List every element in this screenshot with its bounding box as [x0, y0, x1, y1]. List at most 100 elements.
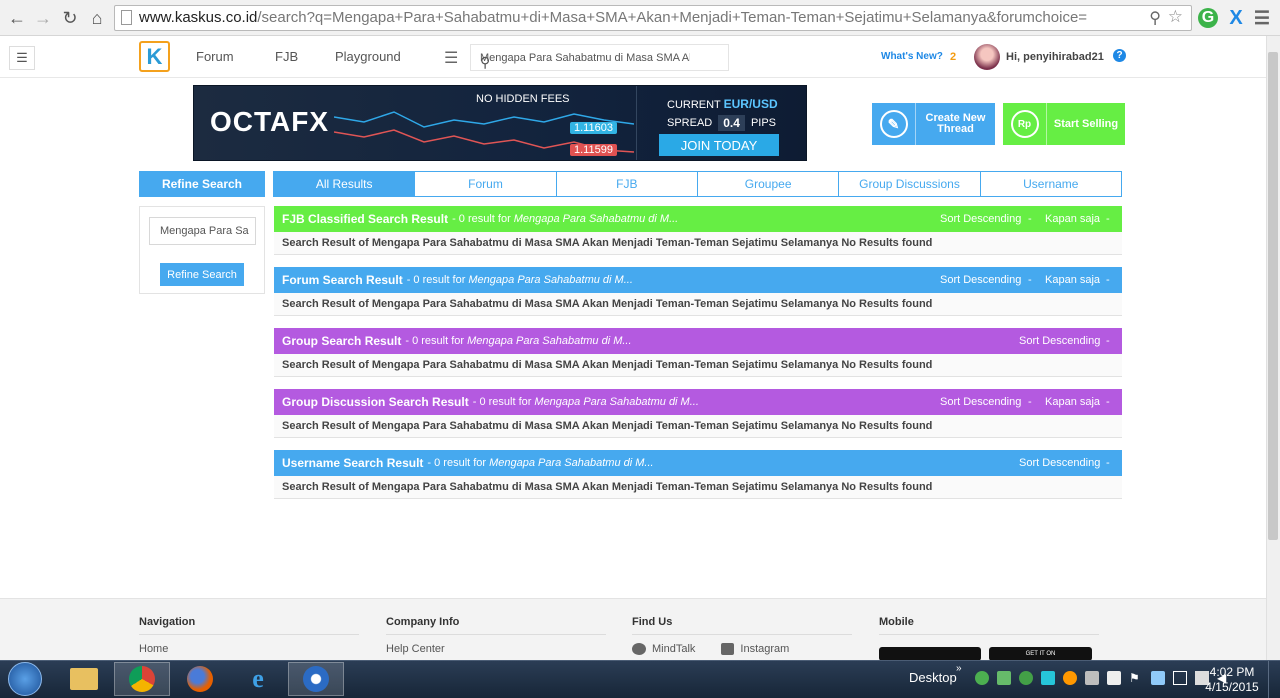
instagram-icon: [721, 643, 735, 656]
system-tray-icons: ⚑ ◀: [975, 671, 1231, 685]
media-app-icon[interactable]: [288, 662, 344, 696]
tab-fjb[interactable]: FJB: [555, 172, 697, 196]
forward-icon[interactable]: →: [32, 7, 54, 29]
result-tabs: All Results Forum FJB Groupee Group Disc…: [273, 171, 1122, 197]
nav-fjb[interactable]: FJB: [275, 49, 298, 65]
extension-x-icon[interactable]: X: [1226, 7, 1246, 29]
sort-dropdown[interactable]: Sort Descending: [940, 389, 1021, 415]
create-thread-button[interactable]: ✎ Create New Thread: [872, 103, 995, 145]
back-icon[interactable]: ←: [6, 7, 28, 29]
sidebar-menu-icon[interactable]: ☰: [9, 46, 35, 70]
address-bar[interactable]: www.kaskus.co.id/search?q=Mengapa+Para+S…: [114, 5, 1192, 31]
tray-app-icon[interactable]: [1085, 671, 1099, 685]
result-body: Search Result of Mengapa Para Sahabatmu …: [274, 476, 1122, 499]
reload-icon[interactable]: ↻: [59, 7, 81, 29]
time-dropdown[interactable]: Kapan saja: [1045, 206, 1100, 232]
result-body: Search Result of Mengapa Para Sahabatmu …: [274, 415, 1122, 438]
result-query: Mengapa Para Sahabatmu di M...: [489, 457, 654, 469]
footer-home-link[interactable]: Home: [139, 643, 359, 655]
explorer-icon[interactable]: [56, 662, 112, 696]
footer-heading: Company Info: [386, 616, 606, 635]
time-dropdown[interactable]: Kapan saja: [1045, 389, 1100, 415]
tray-app-icon[interactable]: [975, 671, 989, 685]
create-thread-label: Create New Thread: [925, 112, 986, 135]
hamburger-icon[interactable]: ☰: [444, 48, 458, 68]
page-icon: [121, 10, 132, 25]
start-button[interactable]: [8, 662, 42, 696]
sort-separator: -: [1106, 335, 1110, 347]
result-header: Forum Search Result - 0 result for Menga…: [274, 267, 1122, 293]
clock-date: 4/15/2015: [1205, 680, 1259, 694]
tray-app-icon[interactable]: [1019, 671, 1033, 685]
time-separator: -: [1106, 396, 1110, 408]
banner-price-low: 1.11599: [570, 144, 617, 156]
zoom-icon[interactable]: ⚲: [1149, 8, 1161, 28]
tray-app-icon[interactable]: [997, 671, 1011, 685]
app-store-badge[interactable]: [879, 647, 981, 661]
sort-dropdown[interactable]: Sort Descending: [1019, 328, 1100, 354]
tab-groupee[interactable]: Groupee: [696, 172, 838, 196]
notification-count[interactable]: 2: [950, 51, 956, 63]
tab-all-results[interactable]: All Results: [274, 172, 415, 196]
search-input[interactable]: Mengapa Para Sahabatmu di Masa SMA Akan …: [470, 44, 729, 71]
time-dropdown[interactable]: Kapan saja: [1045, 267, 1100, 293]
result-count: - 0 result for: [472, 396, 532, 408]
tab-forum[interactable]: Forum: [414, 172, 555, 196]
result-count: - 0 result for: [427, 457, 487, 469]
bookmark-star-icon[interactable]: ☆: [1168, 7, 1183, 27]
join-today-button[interactable]: JOIN TODAY: [659, 134, 779, 156]
scrollbar-thumb[interactable]: [1268, 52, 1278, 540]
toolbar-chevron-icon[interactable]: »: [956, 663, 962, 674]
nav-forum[interactable]: Forum: [196, 49, 234, 65]
footer-help-center-link[interactable]: Help Center: [386, 643, 606, 655]
footer-instagram-link[interactable]: Instagram: [721, 643, 789, 656]
help-icon[interactable]: ?: [1113, 49, 1126, 62]
banner-divider: [636, 86, 637, 160]
whats-new-link[interactable]: What's New?: [881, 51, 943, 62]
tab-username[interactable]: Username: [979, 172, 1121, 196]
search-icon[interactable]: ⚲: [480, 49, 690, 76]
tray-app-icon[interactable]: [1151, 671, 1165, 685]
start-selling-button[interactable]: Rp Start Selling: [1003, 103, 1125, 145]
clock[interactable]: 4:02 PM 4/15/2015: [1204, 665, 1260, 695]
sort-dropdown[interactable]: Sort Descending: [1019, 450, 1100, 476]
kaskus-logo[interactable]: K: [139, 41, 170, 72]
tray-app-icon[interactable]: [1063, 671, 1077, 685]
show-desktop-button[interactable]: [1268, 661, 1280, 698]
footer-mindtalk-link[interactable]: MindTalk: [632, 643, 695, 656]
sort-dropdown[interactable]: Sort Descending: [940, 206, 1021, 232]
chrome-icon[interactable]: [114, 662, 170, 696]
internet-explorer-icon[interactable]: e: [230, 662, 286, 696]
start-selling-label: Start Selling: [1053, 118, 1119, 130]
tray-app-icon[interactable]: [1107, 671, 1121, 685]
flag-icon[interactable]: ⚑: [1129, 671, 1143, 685]
footer-mobile: Mobile GET IT ON: [879, 616, 1099, 661]
refine-search-input[interactable]: Mengapa Para Sa: [149, 217, 256, 245]
banner-current: CURRENT EUR/USD: [667, 97, 778, 111]
desktop-toolbar-label[interactable]: Desktop: [909, 670, 957, 685]
result-header: FJB Classified Search Result - 0 result …: [274, 206, 1122, 232]
sort-dropdown[interactable]: Sort Descending: [940, 267, 1021, 293]
firefox-icon[interactable]: [172, 662, 228, 696]
banner-spread-row: SPREAD 0.4 PIPS: [667, 115, 776, 131]
group-result-section: Group Search Result - 0 result for Menga…: [274, 328, 1122, 377]
avatar[interactable]: [974, 44, 1000, 70]
extension-g-icon[interactable]: G: [1198, 8, 1218, 28]
tab-group-discussions[interactable]: Group Discussions: [838, 172, 979, 196]
nav-playground[interactable]: Playground: [335, 49, 401, 65]
refine-search-panel: Mengapa Para Sa Refine Search: [139, 206, 265, 294]
home-icon[interactable]: ⌂: [86, 7, 108, 29]
result-title: Group Discussion Search Result: [282, 395, 469, 409]
menu-icon[interactable]: ☰: [1252, 8, 1272, 28]
banner-pips: PIPS: [750, 117, 777, 129]
refine-search-button[interactable]: Refine Search: [160, 263, 244, 286]
monitor-icon[interactable]: [1173, 671, 1187, 685]
user-greeting[interactable]: Hi, penyihirabad21: [1006, 51, 1104, 63]
result-title: Group Search Result: [282, 334, 402, 348]
banner-brand: OCTAFX: [210, 106, 330, 137]
google-play-badge[interactable]: GET IT ON: [989, 647, 1092, 661]
tray-app-icon[interactable]: [1041, 671, 1055, 685]
pencil-icon: ✎: [872, 103, 916, 145]
octafx-banner[interactable]: OCTAFX NO HIDDEN FEES 1.11603 1.11599 CU…: [193, 85, 807, 161]
url-domain: www.kaskus.co.id: [139, 9, 258, 26]
